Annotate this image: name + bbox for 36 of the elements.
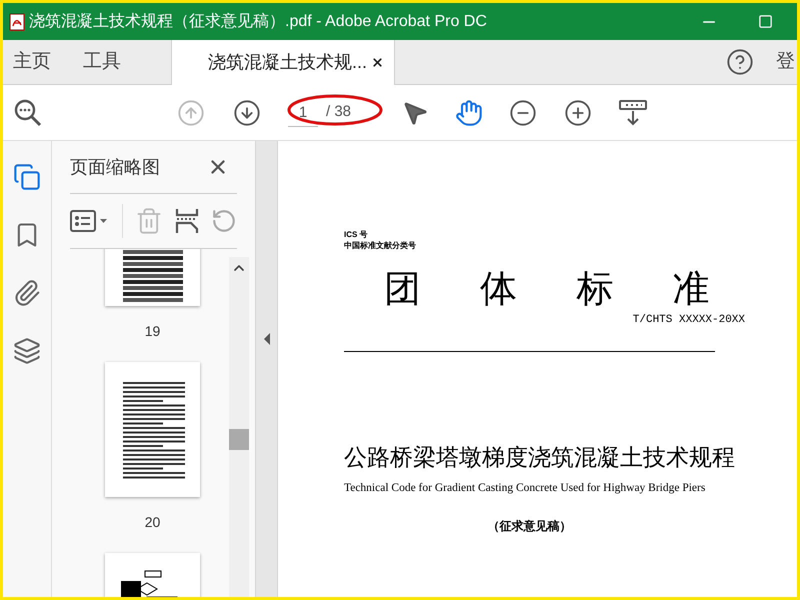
sign-in-link[interactable]: 登 bbox=[776, 48, 795, 76]
window-title: 浇筑混凝土技术规程（征求意见稿）.pdf - Adobe Acrobat Pro DC bbox=[29, 12, 487, 32]
tab[interactable]: 主页 bbox=[3, 40, 67, 84]
insert-page-icon[interactable] bbox=[175, 207, 199, 235]
draft-status: （征求意见稿） bbox=[488, 518, 572, 536]
maximize-icon[interactable] bbox=[758, 14, 773, 29]
layers-icon[interactable] bbox=[13, 337, 41, 365]
zoom-out-icon[interactable] bbox=[509, 98, 538, 126]
pages-icon[interactable] bbox=[13, 163, 41, 191]
tab[interactable]: 浇筑混凝土技术规... bbox=[171, 40, 395, 85]
keyboard-icon[interactable] bbox=[618, 98, 648, 128]
next-page-icon[interactable] bbox=[233, 98, 261, 126]
page-number-label: 19 bbox=[144, 322, 160, 341]
scrollbar-thumb[interactable] bbox=[229, 429, 249, 450]
help-icon[interactable] bbox=[726, 48, 754, 76]
options-menu-icon[interactable] bbox=[70, 208, 110, 234]
page-total: / 38 bbox=[326, 102, 352, 122]
document-text: ICS 号 bbox=[344, 229, 369, 240]
close-tab-icon[interactable] bbox=[371, 56, 384, 69]
page-thumbnail[interactable] bbox=[105, 362, 200, 497]
document-title: 公路桥梁塔墩梯度浇筑混凝土技术规程 bbox=[344, 442, 736, 472]
collapse-arrow-icon[interactable] bbox=[262, 332, 272, 346]
zoom-in-icon[interactable] bbox=[564, 98, 592, 126]
standard-code: T/CHTS XXXXX-20XX bbox=[632, 313, 745, 328]
hand-tool-icon[interactable] bbox=[455, 98, 484, 126]
document-subtitle: Technical Code for Gradient Casting Concrete Used for Highway Bridge Piers bbox=[344, 481, 706, 496]
page-number-label: 20 bbox=[144, 513, 160, 532]
document-text: 中国标准文献分类号 bbox=[344, 240, 417, 251]
scrollbar[interactable] bbox=[229, 257, 249, 597]
page-number-field[interactable]: 1 bbox=[288, 98, 318, 126]
pdf-file-icon bbox=[9, 12, 25, 30]
tab[interactable]: 工具 bbox=[67, 40, 137, 84]
search-icon[interactable] bbox=[13, 98, 43, 128]
paperclip-icon[interactable] bbox=[13, 279, 41, 307]
panel-title: 页面缩略图 bbox=[70, 156, 160, 178]
document-heading: 团体标准 bbox=[383, 269, 745, 309]
